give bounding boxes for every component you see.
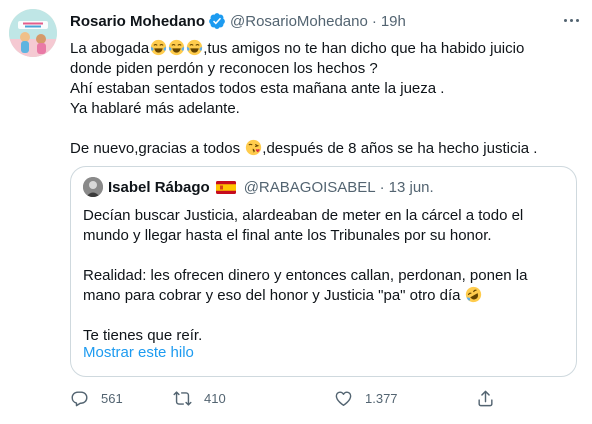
reply-count: 561: [101, 390, 123, 406]
rolling-on-floor-laughing-emoji: [466, 286, 482, 303]
separator-dot: ·: [379, 178, 385, 196]
tweet-line: donde piden perdón y reconocen los hecho…: [70, 60, 378, 77]
quoted-line: Realidad: les ofrecen dinero y entonces …: [83, 267, 528, 284]
tweet-text-segment: De nuevo,gracias a todos: [70, 140, 241, 157]
show-thread-link[interactable]: Mostrar este hilo: [83, 344, 194, 361]
blowing-kiss-emoji: [245, 139, 261, 156]
action-bar: 561 410 1.377: [70, 386, 500, 410]
avatar[interactable]: [9, 9, 57, 57]
share-button[interactable]: [476, 386, 495, 410]
retweet-button[interactable]: 410: [173, 386, 226, 410]
reply-button[interactable]: 561: [70, 386, 123, 410]
quoted-author-name[interactable]: Isabel Rábago: [108, 179, 210, 196]
author-name[interactable]: Rosario Mohedano: [70, 13, 205, 30]
reply-icon: [71, 390, 88, 406]
like-count: 1.377: [365, 390, 398, 406]
like-button[interactable]: 1.377: [334, 386, 398, 410]
share-icon: [478, 390, 493, 406]
quoted-text-segment: mano para cobrar y eso del honor y Justi…: [83, 287, 461, 304]
tweet-line: La abogada ,tus amigos no te han dicho qu…: [70, 39, 580, 59]
tweet-text-segment: La abogada: [70, 40, 150, 57]
tweet-line: De nuevo,gracias a todos ,después de 8 a…: [70, 139, 580, 159]
quoted-avatar[interactable]: [83, 177, 103, 197]
spain-flag-icon: [215, 180, 236, 194]
heart-icon: [335, 390, 352, 406]
tweet-text: La abogada ,tus amigos no te han dicho qu…: [70, 39, 580, 159]
retweet-icon: [173, 390, 192, 406]
tweet-line: Ahí estaban sentados todos esta mañana a…: [70, 80, 445, 97]
tears-of-joy-emoji: [150, 39, 166, 56]
quoted-author-handle[interactable]: @RABAGOISABEL: [244, 179, 376, 196]
quoted-line: mundo y llegar hasta el final ante los T…: [83, 227, 492, 244]
tweet-line: Ya hablaré más adelante.: [70, 100, 240, 117]
tweet-text-segment: ,tus amigos no te han dicho que ha habid…: [203, 40, 525, 57]
separator-dot: ·: [371, 12, 377, 30]
retweet-count: 410: [204, 390, 226, 406]
verified-badge-icon: [209, 13, 225, 29]
quoted-line: mano para cobrar y eso del honor y Justi…: [83, 286, 563, 306]
tweet-timestamp[interactable]: 19h: [381, 13, 406, 30]
author-handle[interactable]: @RosarioMohedano: [230, 13, 368, 30]
quoted-timestamp[interactable]: 13 jun.: [389, 179, 434, 196]
tweet[interactable]: Rosario Mohedano @RosarioMohedano · 19h …: [0, 0, 592, 424]
quoted-avatar-image: [83, 177, 103, 197]
more-icon[interactable]: [559, 8, 583, 32]
tears-of-joy-emoji: [168, 39, 184, 56]
tears-of-joy-emoji: [186, 39, 202, 56]
quoted-tweet[interactable]: Isabel Rábago @RABAGOISABEL · 13 jun. De…: [70, 166, 577, 377]
quoted-line: Decían buscar Justicia, alardeaban de me…: [83, 207, 524, 224]
avatar-image: [9, 9, 57, 57]
tweet-text-segment: ,después de 8 años se ha hecho justicia …: [262, 140, 538, 157]
quoted-text: Decían buscar Justicia, alardeaban de me…: [83, 206, 563, 346]
quoted-line: Te tienes que reír.: [83, 327, 203, 344]
